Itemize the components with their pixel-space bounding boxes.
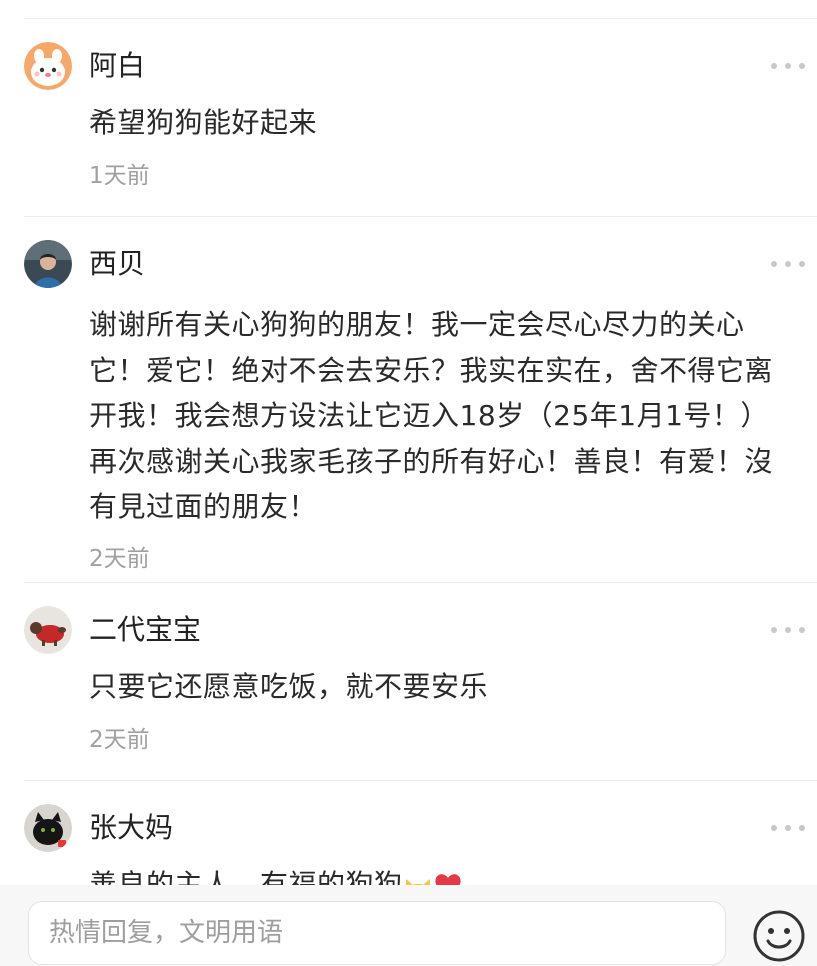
comment-list: 阿白 希望狗狗能好起来 1天前 西贝 谢谢所有关心狗狗的朋友！我一定会尽心尽力的… — [0, 19, 817, 885]
more-options-icon[interactable] — [771, 61, 805, 71]
cartoon-bunny-avatar-icon — [24, 42, 72, 90]
comment-text: 善良的主人，有福的狗狗 — [89, 868, 403, 885]
username[interactable]: 张大妈 — [89, 811, 173, 845]
username[interactable]: 二代宝宝 — [89, 613, 201, 647]
comment-text-row: 善良的主人，有福的狗狗 — [89, 804, 781, 885]
comment-text: 谢谢所有关心狗狗的朋友！我一定会尽心尽力的关心它！爱它！绝对不会去安乐？我实在实… — [89, 308, 774, 523]
cat-face-emoji-icon — [405, 879, 430, 885]
reply-bar — [0, 885, 817, 966]
comment-item: 西贝 谢谢所有关心狗狗的朋友！我一定会尽心尽力的关心它！爱它！绝对不会去安乐？我… — [0, 217, 817, 583]
reply-input[interactable] — [28, 901, 726, 965]
avatar[interactable] — [24, 606, 72, 654]
comment-item: 张大妈 善良的主人，有福的狗狗 — [0, 781, 817, 885]
avatar[interactable] — [24, 804, 72, 852]
more-options-icon[interactable] — [771, 823, 805, 833]
comment-text: 希望狗狗能好起来 — [89, 106, 318, 139]
more-options-icon[interactable] — [771, 259, 805, 269]
red-heart-emoji-icon — [435, 874, 461, 885]
username[interactable]: 西贝 — [89, 247, 145, 281]
black-cat-avatar-icon — [24, 804, 72, 852]
username[interactable]: 阿白 — [89, 49, 145, 83]
emoji-smiley-icon[interactable] — [752, 909, 806, 963]
dog-photo-avatar-icon — [24, 606, 72, 654]
comment-item: 阿白 希望狗狗能好起来 1天前 — [0, 19, 817, 217]
comment-time: 1天前 — [89, 163, 150, 189]
comment-time: 2天前 — [89, 545, 150, 572]
comment-time: 2天前 — [89, 727, 150, 753]
avatar[interactable] — [24, 42, 72, 90]
avatar[interactable] — [24, 240, 72, 288]
person-photo-avatar-icon — [24, 240, 72, 288]
comment-item: 二代宝宝 只要它还愿意吃饭，就不要安乐 2天前 — [0, 583, 817, 781]
more-options-icon[interactable] — [771, 625, 805, 635]
